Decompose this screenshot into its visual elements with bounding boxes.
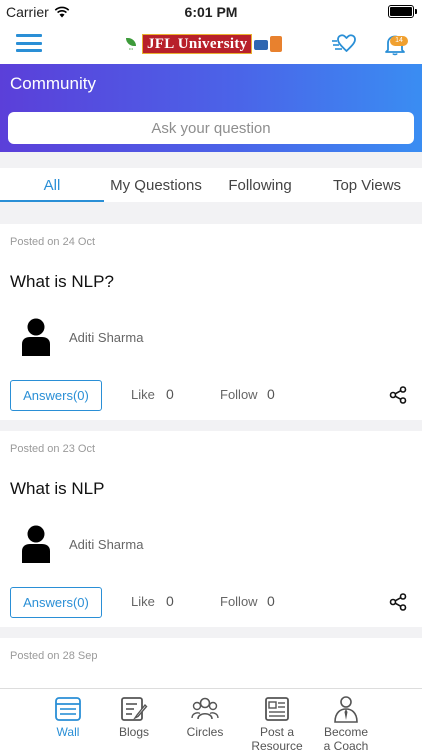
posted-date: Posted on 23 Oct	[10, 443, 95, 455]
tab-following[interactable]: Following	[208, 168, 312, 202]
share-icon[interactable]	[389, 386, 407, 404]
answers-button[interactable]: Answers(0)	[10, 380, 102, 411]
app-logo: ••• JFL University	[120, 30, 302, 58]
follow-count: 0	[267, 593, 275, 609]
battery-icon	[388, 5, 417, 18]
author-name: Aditi Sharma	[69, 330, 144, 345]
ask-question-input[interactable]	[8, 112, 414, 144]
notification-badge: 14	[390, 36, 408, 46]
coach-icon	[334, 696, 358, 723]
answers-button[interactable]: Answers(0)	[10, 587, 102, 618]
nav-item-post-resource[interactable]: Post a Resource	[247, 695, 307, 750]
page-title: Community	[10, 74, 96, 93]
avatar-icon	[22, 525, 50, 563]
tab-top-views[interactable]: Top Views	[312, 168, 422, 202]
question-card[interactable]: Posted on 23 Oct What is NLP Aditi Sharm…	[0, 431, 422, 627]
heart-icon[interactable]	[331, 33, 357, 55]
logo-books-icon	[252, 32, 286, 56]
question-card[interactable]: Posted on 28 Sep	[0, 638, 422, 692]
share-icon[interactable]	[389, 593, 407, 611]
nav-item-blogs[interactable]: Blogs	[104, 695, 164, 739]
like-button[interactable]: Like	[131, 387, 155, 402]
nav-label: Circles	[186, 725, 224, 739]
nav-label-line2: Resource	[251, 739, 303, 750]
posted-date: Posted on 24 Oct	[10, 236, 95, 248]
follow-button[interactable]: Follow	[220, 594, 258, 609]
follow-count: 0	[267, 386, 275, 402]
blog-icon	[121, 697, 148, 721]
nav-label-line1: Post a	[259, 725, 295, 739]
nav-item-become-coach[interactable]: Become a Coach	[316, 695, 376, 750]
like-button[interactable]: Like	[131, 594, 155, 609]
posted-date: Posted on 28 Sep	[10, 650, 98, 662]
author-name: Aditi Sharma	[69, 537, 144, 552]
logo-brand-text: JFL University	[142, 34, 253, 54]
community-header: Community	[0, 64, 422, 152]
like-count: 0	[166, 593, 174, 609]
logo-leaf-icon: •••	[120, 32, 142, 56]
bottom-nav: Wall Blogs Circles Post a Resource Becom…	[0, 688, 422, 750]
status-time: 6:01 PM	[184, 4, 238, 20]
like-count: 0	[166, 386, 174, 402]
question-title[interactable]: What is NLP	[10, 479, 104, 499]
tab-my-questions[interactable]: My Questions	[104, 168, 208, 202]
question-feed: Posted on 24 Oct What is NLP? Aditi Shar…	[0, 224, 422, 692]
avatar-icon	[22, 318, 50, 356]
nav-label: Wall	[56, 725, 80, 739]
post-resource-icon	[265, 697, 289, 721]
status-bar: Carrier 6:01 PM	[0, 0, 422, 24]
wall-icon	[55, 697, 81, 721]
follow-button[interactable]: Follow	[220, 387, 258, 402]
circles-icon	[191, 697, 219, 720]
app-bar: ••• JFL University 14	[0, 24, 422, 64]
question-card[interactable]: Posted on 24 Oct What is NLP? Aditi Shar…	[0, 224, 422, 420]
tab-bar: All My Questions Following Top Views	[0, 168, 422, 202]
question-title[interactable]: What is NLP?	[10, 272, 114, 292]
nav-label-line1: Become	[323, 725, 369, 739]
nav-item-circles[interactable]: Circles	[175, 695, 235, 739]
nav-label: Blogs	[118, 725, 150, 739]
menu-icon[interactable]	[16, 34, 42, 52]
nav-item-wall[interactable]: Wall	[38, 695, 98, 739]
nav-label-line2: a Coach	[323, 739, 369, 750]
tab-all[interactable]: All	[0, 168, 104, 202]
